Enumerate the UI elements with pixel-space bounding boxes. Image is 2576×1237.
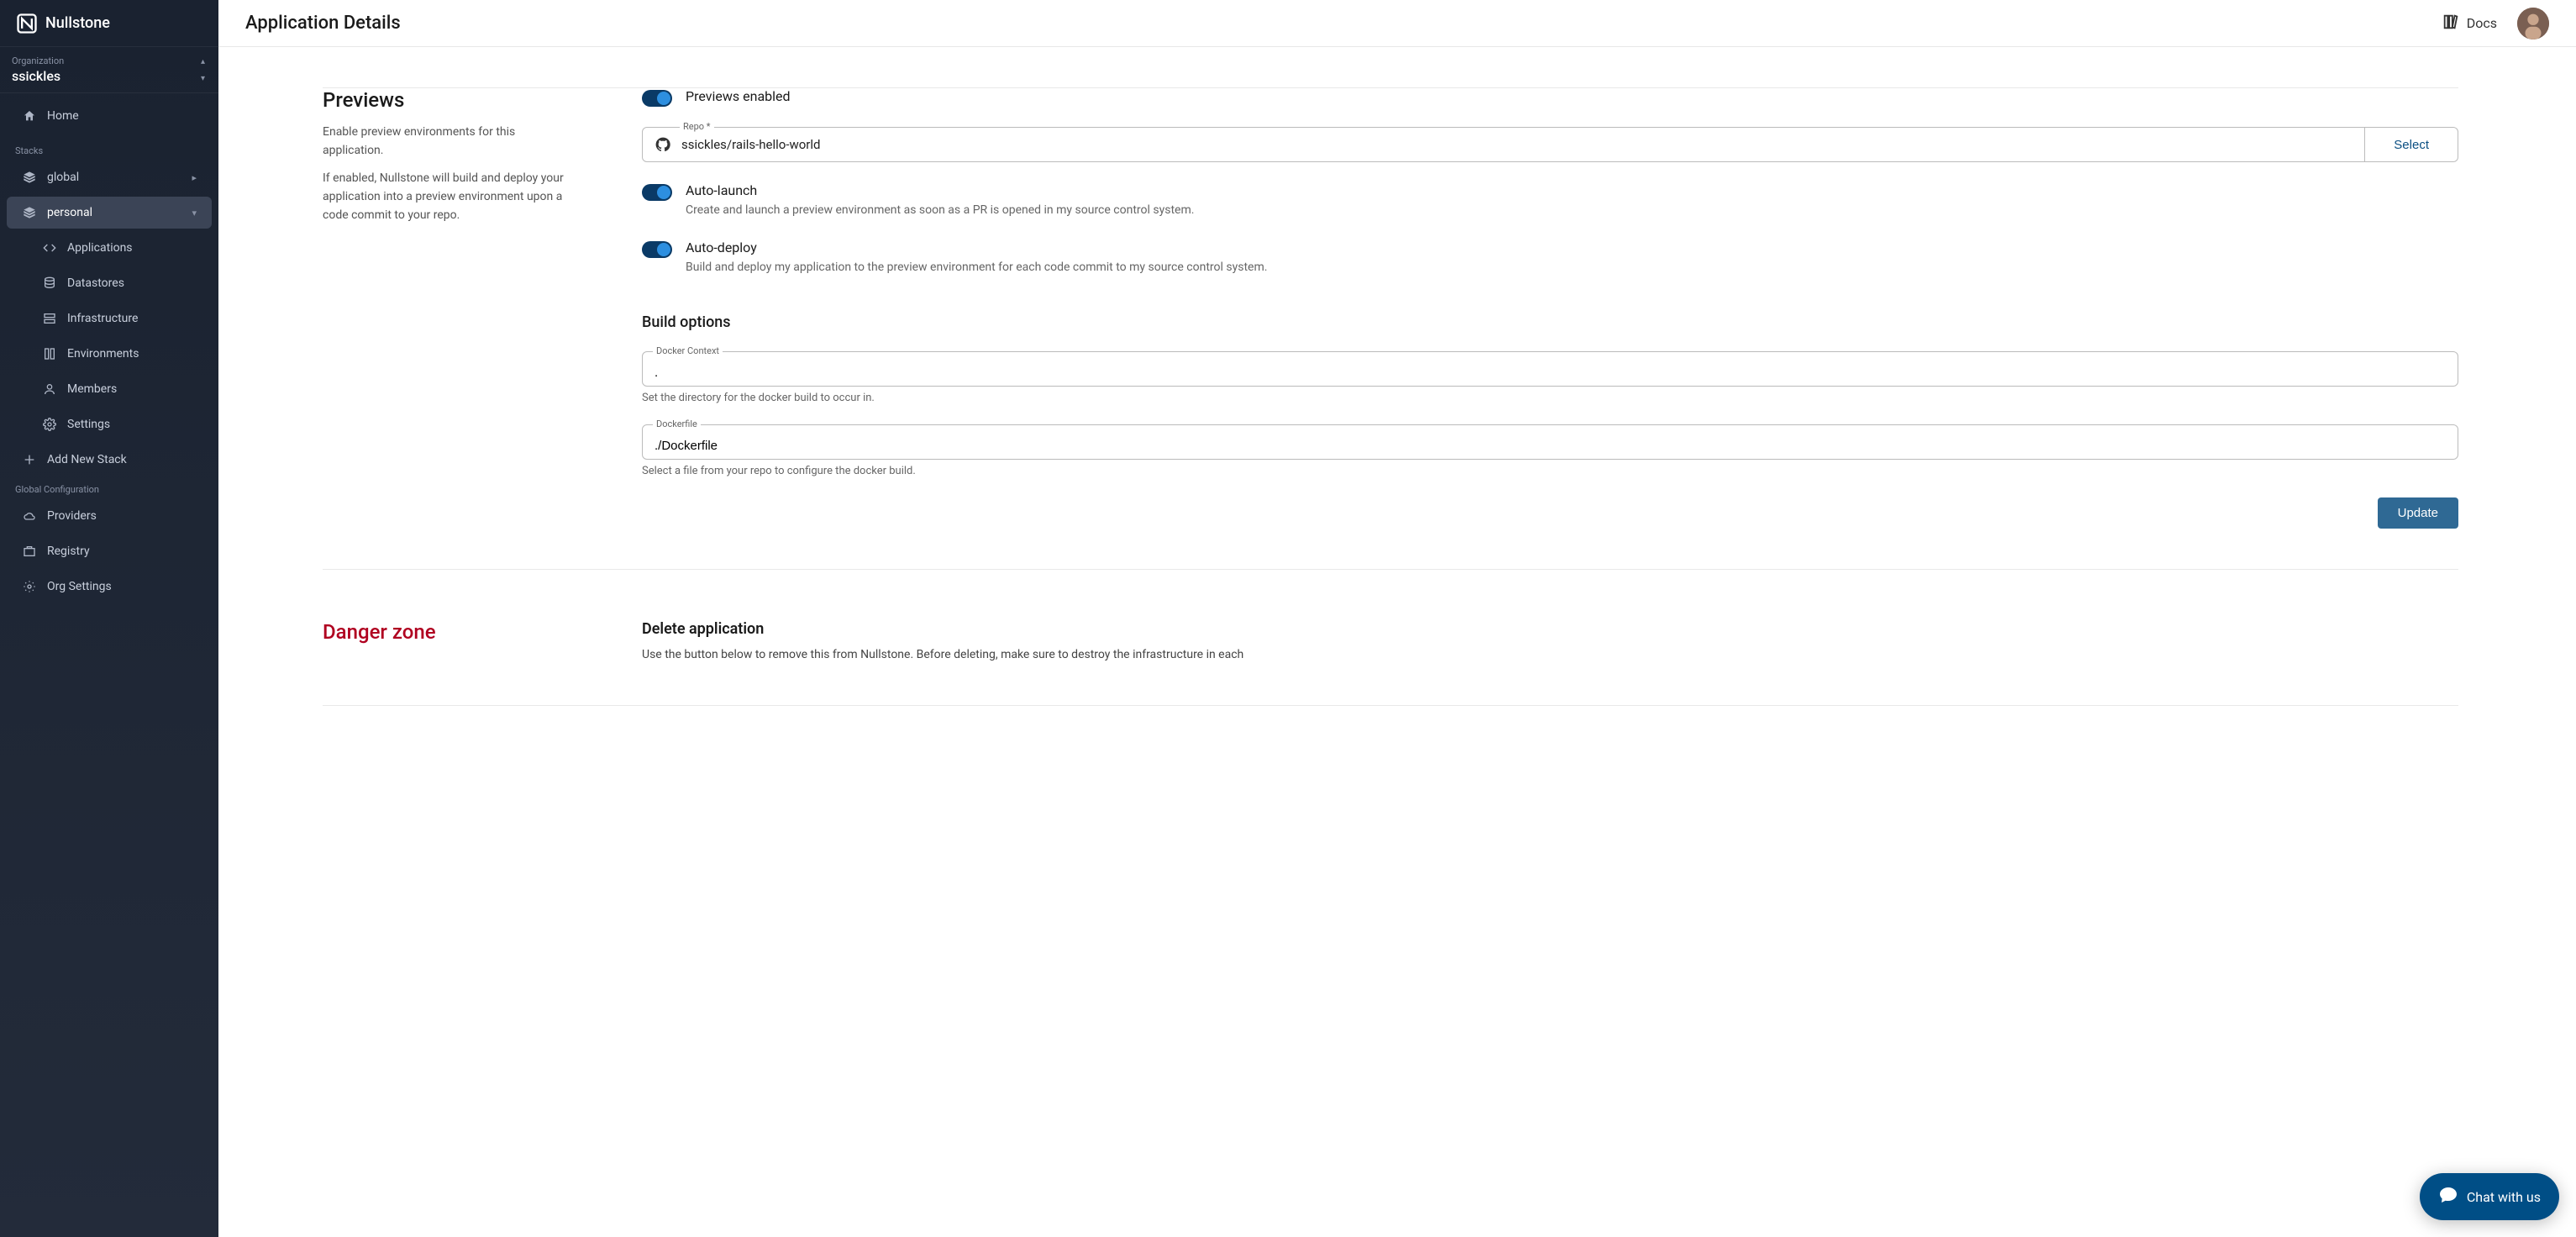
delete-application-title: Delete application (642, 620, 2458, 638)
subnav-members[interactable]: Members (7, 373, 212, 405)
database-icon (42, 276, 57, 291)
previews-desc2: If enabled, Nullstone will build and dep… (323, 170, 575, 224)
org-picker-label: Organization (12, 55, 207, 66)
previews-section: Previews Enable preview environments for… (323, 87, 2458, 570)
chevron-down-icon: ▾ (201, 74, 205, 83)
chevron-down-icon: ▾ (192, 208, 197, 218)
topbar: Application Details Docs (218, 0, 2576, 47)
org-picker[interactable]: Organization ssickles ▴ ▾ (0, 47, 218, 93)
nav-home[interactable]: Home (7, 100, 212, 132)
dockerfile-label: Dockerfile (653, 418, 701, 429)
subnav-members-label: Members (67, 382, 117, 396)
chat-widget[interactable]: Chat with us (2420, 1173, 2559, 1220)
danger-zone-section: Danger zone Delete application Use the b… (323, 570, 2458, 706)
main-content: Application Details Docs Previews Enable… (218, 0, 2576, 1237)
subnav-applications[interactable]: Applications (7, 232, 212, 264)
auto-launch-title: Auto-launch (686, 182, 1194, 198)
dockerfile-field: Dockerfile (642, 424, 2458, 460)
previews-title: Previews (323, 88, 575, 112)
chevron-up-icon: ▴ (201, 57, 205, 66)
repo-field: Repo * ssickles/rails-hello-world Select (642, 127, 2458, 162)
page-title: Application Details (245, 13, 401, 34)
nav-stack-global-label: global (47, 171, 79, 184)
nav-add-stack[interactable]: Add New Stack (7, 444, 212, 476)
auto-launch-desc: Create and launch a preview environment … (686, 202, 1194, 219)
plus-icon (22, 452, 37, 467)
nav-stack-personal[interactable]: personal ▾ (7, 197, 212, 229)
previews-desc1: Enable preview environments for this app… (323, 124, 575, 160)
user-avatar[interactable] (2517, 8, 2549, 39)
docs-label: Docs (2467, 15, 2497, 31)
subnav-infrastructure-label: Infrastructure (67, 312, 138, 325)
subnav-infrastructure[interactable]: Infrastructure (7, 303, 212, 334)
docker-context-help: Set the directory for the docker build t… (642, 392, 2458, 404)
dockerfile-help: Select a file from your repo to configur… (642, 465, 2458, 477)
previews-enabled-toggle[interactable] (642, 90, 672, 107)
environments-icon (42, 346, 57, 361)
brand-logo[interactable]: Nullstone (0, 0, 218, 47)
auto-launch-row: Auto-launch Create and launch a preview … (642, 182, 2458, 219)
build-options-heading: Build options (642, 313, 2458, 331)
org-picker-value: ssickles (12, 68, 207, 84)
code-icon (42, 240, 57, 255)
brand-name: Nullstone (45, 14, 110, 32)
subnav-datastores-label: Datastores (67, 276, 124, 290)
chevron-right-icon: ▸ (192, 172, 197, 183)
home-icon (22, 108, 37, 124)
gear-icon (42, 417, 57, 432)
github-icon (655, 136, 671, 153)
stacks-heading: Stacks (0, 139, 218, 160)
books-icon (2442, 13, 2460, 34)
auto-launch-toggle[interactable] (642, 184, 672, 201)
global-config-heading: Global Configuration (0, 477, 218, 498)
nav-org-settings[interactable]: Org Settings (7, 571, 212, 603)
chat-bubble-icon (2438, 1185, 2458, 1208)
auto-deploy-toggle[interactable] (642, 241, 672, 258)
subnav-environments-label: Environments (67, 347, 139, 361)
dockerfile-input[interactable] (643, 425, 2458, 459)
subnav-environments[interactable]: Environments (7, 338, 212, 370)
nav-registry-label: Registry (47, 545, 90, 558)
nav-stack-personal-label: personal (47, 206, 92, 219)
chat-widget-label: Chat with us (2467, 1189, 2541, 1205)
danger-zone-title: Danger zone (323, 620, 575, 644)
nav-org-settings-label: Org Settings (47, 580, 112, 593)
repo-float-label: Repo * (680, 121, 714, 132)
sidebar: Nullstone Organization ssickles ▴ ▾ Home… (0, 0, 218, 1237)
previews-enabled-row: Previews enabled (642, 88, 2458, 107)
cloud-icon (22, 508, 37, 524)
layers-icon (22, 205, 37, 220)
nav-providers-label: Providers (47, 509, 97, 523)
auto-deploy-title: Auto-deploy (686, 240, 1267, 255)
registry-icon (22, 544, 37, 559)
nav-providers[interactable]: Providers (7, 500, 212, 532)
repo-select-button[interactable]: Select (2364, 128, 2458, 161)
auto-deploy-row: Auto-deploy Build and deploy my applicat… (642, 240, 2458, 276)
docker-context-field: Docker Context (642, 351, 2458, 387)
nullstone-logo-icon (15, 12, 39, 35)
auto-deploy-desc: Build and deploy my application to the p… (686, 259, 1267, 276)
delete-application-desc: Use the button below to remove this from… (642, 646, 2458, 665)
docker-context-label: Docker Context (653, 345, 723, 356)
user-icon (42, 382, 57, 397)
gear-icon (22, 579, 37, 594)
nav-home-label: Home (47, 109, 79, 123)
repo-value: ssickles/rails-hello-world (681, 137, 820, 152)
nav-registry[interactable]: Registry (7, 535, 212, 567)
docker-context-input[interactable] (643, 352, 2458, 386)
subnav-applications-label: Applications (67, 241, 133, 255)
infrastructure-icon (42, 311, 57, 326)
previews-enabled-label: Previews enabled (686, 88, 791, 104)
subnav-settings-label: Settings (67, 418, 110, 431)
update-button[interactable]: Update (2378, 497, 2458, 529)
layers-icon (22, 170, 37, 185)
subnav-settings[interactable]: Settings (7, 408, 212, 440)
docs-link[interactable]: Docs (2442, 13, 2497, 34)
nav-add-stack-label: Add New Stack (47, 453, 127, 466)
nav-stack-global[interactable]: global ▸ (7, 161, 212, 193)
subnav-datastores[interactable]: Datastores (7, 267, 212, 299)
